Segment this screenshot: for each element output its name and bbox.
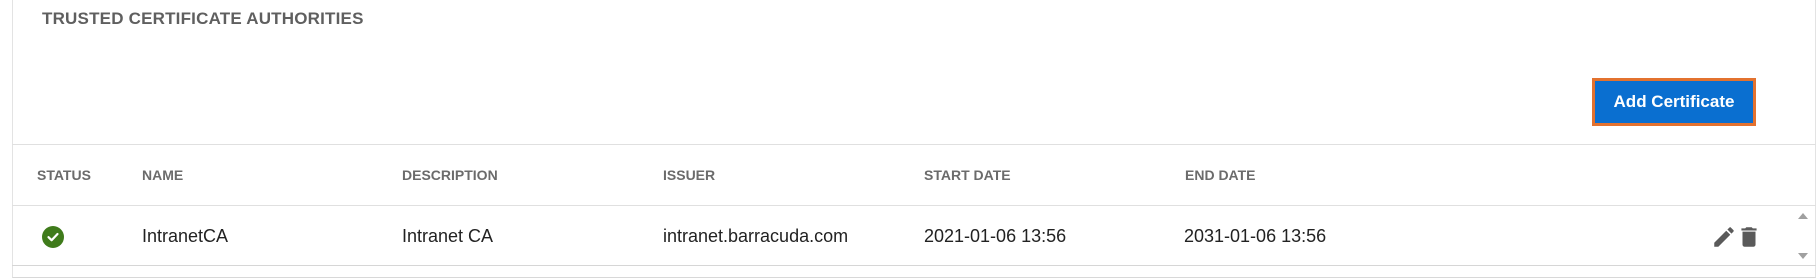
scroll-down-icon[interactable]	[1798, 252, 1808, 260]
column-header-description[interactable]: DESCRIPTION	[402, 167, 498, 183]
scroll-up-icon[interactable]	[1798, 212, 1808, 220]
section-title: TRUSTED CERTIFICATE AUTHORITIES	[42, 9, 364, 28]
check-circle-icon	[42, 226, 64, 248]
cell-start-date: 2021-01-06 13:56	[924, 226, 1067, 246]
cell-issuer: intranet.barracuda.com	[663, 226, 849, 246]
add-certificate-button[interactable]: Add Certificate	[1592, 78, 1756, 126]
certificates-table: STATUS NAME DESCRIPTION ISSUER START DAT…	[12, 144, 1816, 266]
table-scrollbar[interactable]	[1792, 206, 1814, 266]
pencil-icon[interactable]	[1711, 224, 1737, 250]
cell-end-date: 2031-01-06 13:56	[1184, 226, 1327, 246]
table-row[interactable]: IntranetCA Intranet CA intranet.barracud…	[12, 206, 1792, 266]
column-header-name[interactable]: NAME	[142, 167, 183, 183]
column-header-issuer[interactable]: ISSUER	[663, 167, 715, 183]
trash-icon[interactable]	[1736, 224, 1762, 250]
column-header-status[interactable]: STATUS	[37, 167, 91, 183]
column-header-end-date[interactable]: END DATE	[1185, 167, 1256, 183]
table-header: STATUS NAME DESCRIPTION ISSUER START DAT…	[12, 145, 1816, 206]
cell-description: Intranet CA	[402, 226, 494, 246]
cell-name: IntranetCA	[142, 226, 229, 246]
column-header-start-date[interactable]: START DATE	[924, 167, 1011, 183]
